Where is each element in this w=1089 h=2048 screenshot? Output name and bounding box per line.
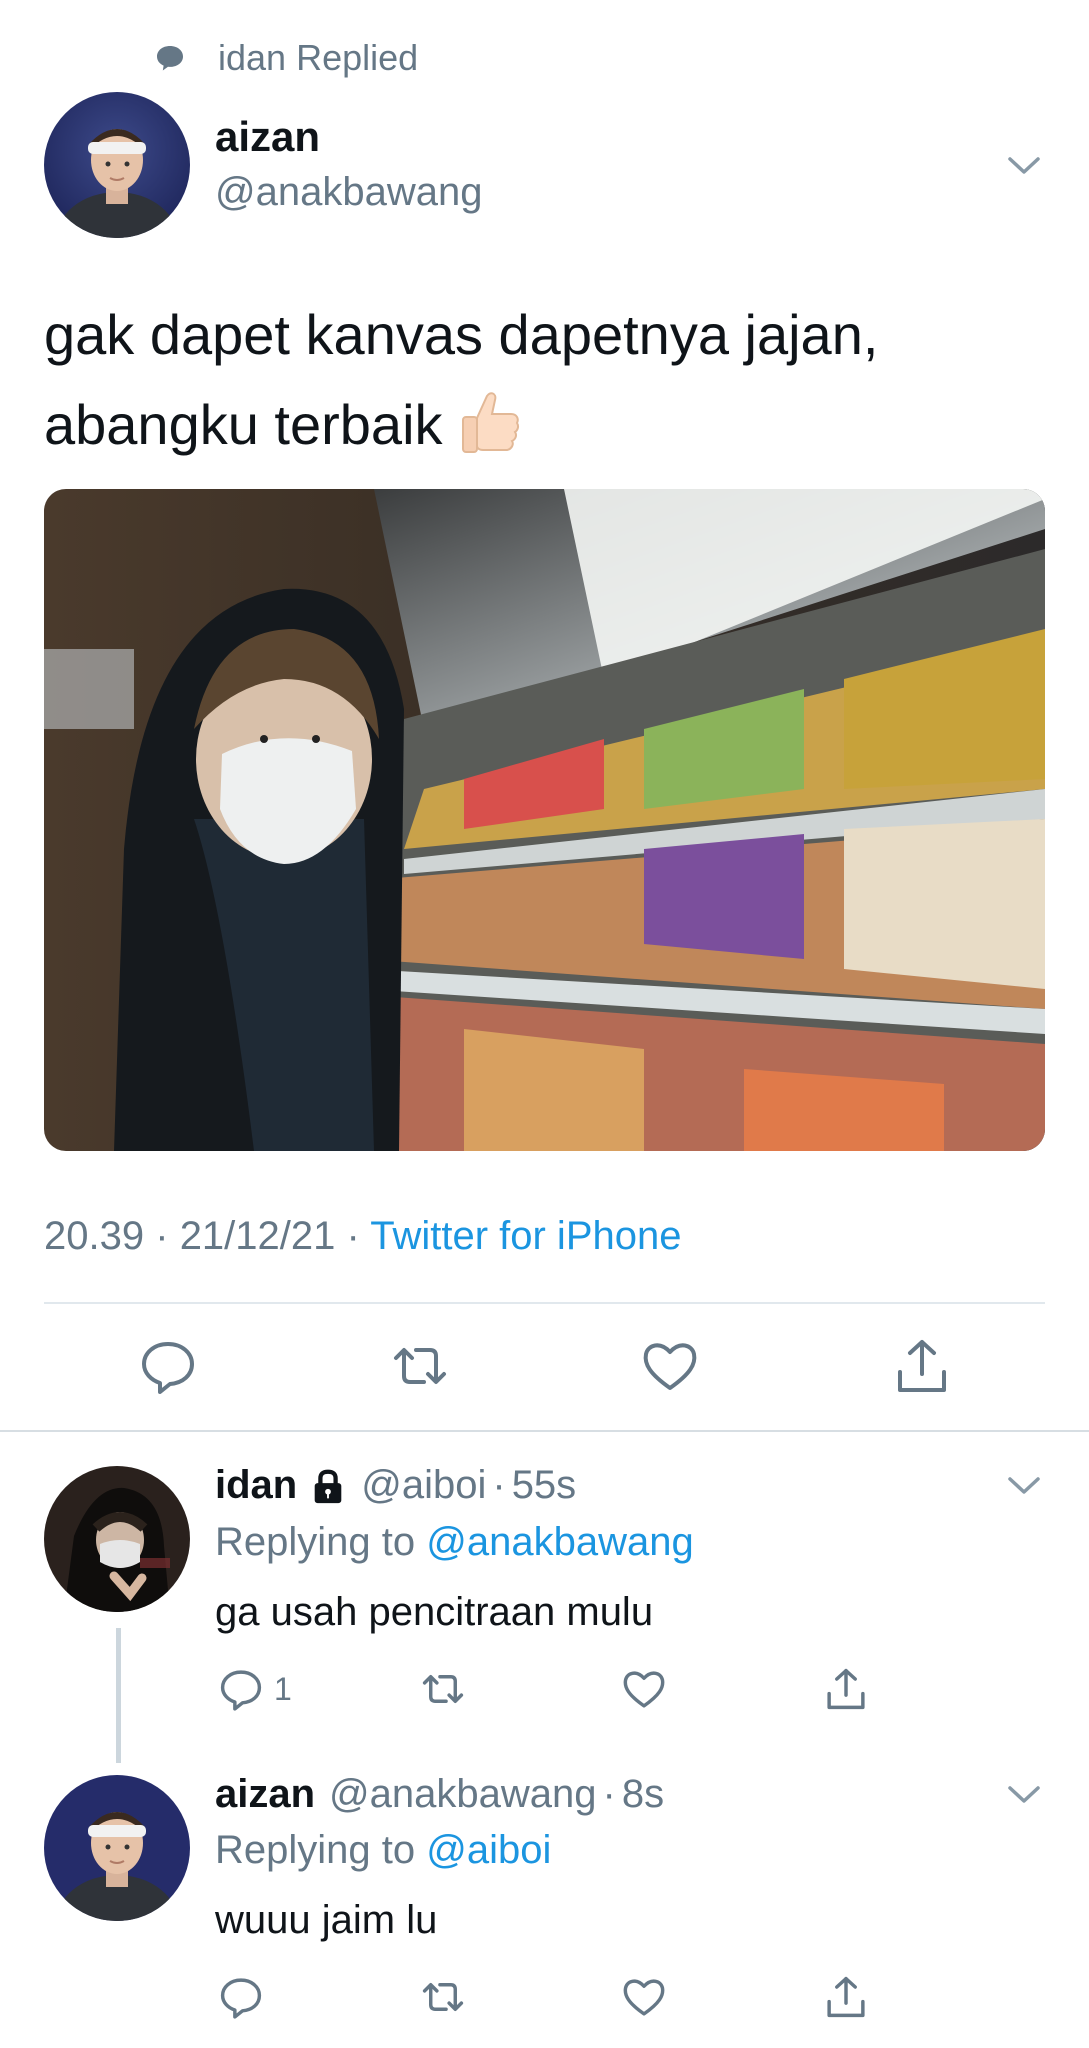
retweet-button[interactable]: [420, 1974, 466, 2020]
meta-separator: ·: [492, 1463, 506, 1507]
replying-to: Replying to @aiboi: [215, 1828, 551, 1873]
reply-header: idan @aiboi · 55s: [215, 1463, 576, 1508]
thread-connector: [116, 1628, 121, 1763]
avatar[interactable]: [44, 92, 190, 238]
reply-button[interactable]: [138, 1336, 198, 1396]
reply-text: ga usah pencitraan mulu: [215, 1590, 654, 1634]
tweet-text-line: abangku terbaik: [44, 393, 443, 456]
reply-count: 1: [274, 1670, 292, 1707]
retweet-icon: [394, 1348, 446, 1384]
tweet-photo[interactable]: [44, 489, 1045, 1151]
meta-separator: ·: [346, 1214, 360, 1258]
retweet-icon: [422, 1983, 464, 2011]
reply-text: wuuu jaim lu: [215, 1898, 438, 1942]
tweet-time: 20.39: [44, 1214, 145, 1258]
reply-icon: [220, 1978, 262, 2019]
reply-author-name[interactable]: aizan: [215, 1772, 315, 1817]
replied-label: idan Replied: [218, 37, 419, 78]
reply-time: 8s: [621, 1772, 665, 1816]
meta-separator: ·: [155, 1214, 169, 1258]
retweet-button[interactable]: [390, 1336, 450, 1396]
share-button[interactable]: [823, 1974, 869, 2020]
retweet-button[interactable]: [420, 1666, 466, 1712]
divider: [0, 1430, 1089, 1432]
heart-icon: [623, 1979, 665, 2016]
reply-time: 55s: [511, 1463, 577, 1507]
reply-author-handle[interactable]: @anakbawang: [329, 1772, 596, 1817]
heart-icon: [643, 1343, 697, 1390]
meta-separator: ·: [602, 1772, 616, 1816]
share-button[interactable]: [823, 1666, 869, 1712]
tweet-text-line-with-emoji: abangku terbaik: [44, 380, 1044, 470]
tweet-source-link[interactable]: Twitter for iPhone: [370, 1214, 681, 1258]
heart-icon: [623, 1671, 665, 1708]
social-context-row: idan Replied: [152, 37, 419, 78]
replying-to-link[interactable]: @aiboi: [426, 1828, 551, 1872]
divider: [44, 1302, 1045, 1304]
chevron-down-icon[interactable]: [1000, 1770, 1048, 1818]
replying-to-prefix: Replying to: [215, 1520, 416, 1564]
reply-icon: [142, 1342, 194, 1394]
avatar[interactable]: [44, 1466, 190, 1612]
like-button[interactable]: [640, 1336, 700, 1396]
share-icon: [827, 1976, 865, 2018]
reply-button[interactable]: 1: [218, 1666, 292, 1712]
share-icon: [898, 1340, 946, 1392]
replying-to-link[interactable]: @anakbawang: [426, 1520, 693, 1564]
tweet-text: gak dapet kanvas dapetnya jajan, abangku…: [44, 290, 1044, 470]
like-button[interactable]: [621, 1974, 667, 2020]
author-name[interactable]: aizan: [215, 113, 320, 161]
share-button[interactable]: [892, 1336, 952, 1396]
replying-to-prefix: Replying to: [215, 1828, 416, 1872]
chevron-down-icon[interactable]: [1000, 141, 1048, 189]
lock-icon: [309, 1467, 347, 1505]
reply-author-name[interactable]: idan: [215, 1463, 297, 1508]
avatar[interactable]: [44, 1775, 190, 1921]
replying-to: Replying to @anakbawang: [215, 1520, 694, 1565]
thumbs-up-icon: [457, 388, 521, 458]
reply-author-handle[interactable]: @aiboi: [361, 1463, 486, 1508]
reply-header: aizan @anakbawang · 8s: [215, 1772, 664, 1817]
like-button[interactable]: [621, 1666, 667, 1712]
tweet-text-line: gak dapet kanvas dapetnya jajan,: [44, 303, 879, 366]
share-icon: [827, 1668, 865, 1710]
speech-bubble-icon: [152, 40, 188, 76]
reply-button[interactable]: [218, 1974, 264, 2020]
retweet-icon: [422, 1675, 464, 1703]
author-handle[interactable]: @anakbawang: [215, 170, 482, 215]
tweet-meta: 20.39 · 21/12/21 · Twitter for iPhone: [44, 1214, 681, 1259]
tweet-date: 21/12/21: [179, 1214, 336, 1258]
reply-icon: [220, 1670, 262, 1711]
chevron-down-icon[interactable]: [1000, 1461, 1048, 1509]
